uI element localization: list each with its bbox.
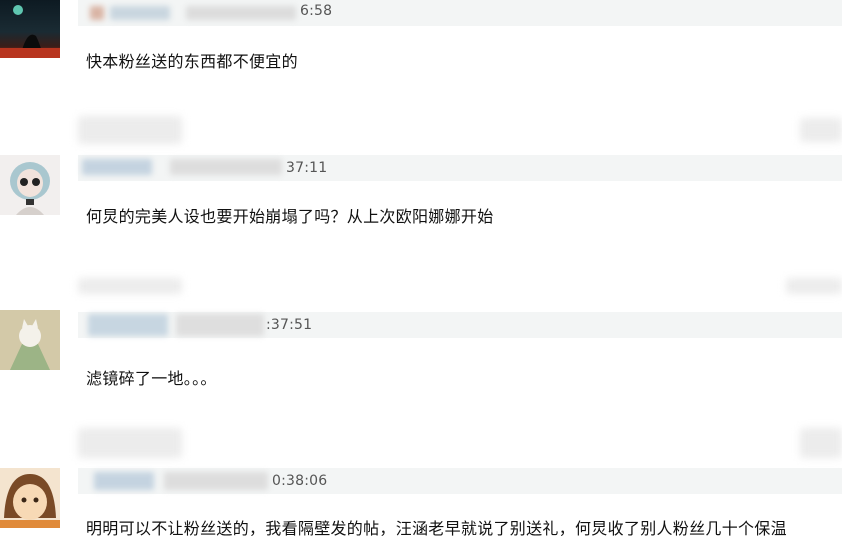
avatar[interactable] (0, 310, 60, 370)
comment-meta-bar: 6:58 (78, 0, 842, 26)
reply-blur (78, 428, 182, 458)
timestamp-blur (176, 314, 264, 336)
comment-time: 37:11 (286, 160, 328, 176)
reply-blur (78, 116, 182, 144)
username-blur[interactable] (94, 472, 154, 490)
comment-text: 滤镜碎了一地。。。 (86, 369, 217, 388)
username-blur[interactable] (88, 314, 168, 336)
avatar[interactable] (0, 0, 60, 58)
reply-row-blur (78, 278, 842, 296)
timestamp-blur (186, 6, 296, 20)
reply-blur (800, 428, 842, 458)
reply-blur (786, 278, 842, 294)
timestamp-blur (164, 472, 268, 490)
avatar-image (0, 5, 60, 58)
username-blur[interactable] (82, 159, 152, 175)
reply-row-blur (78, 116, 842, 144)
comment-time: 0:38:06 (272, 473, 328, 489)
comment-text: 明明可以不让粉丝送的，我看隔壁发的帖，汪涵老早就说了别送礼，何炅收了别人粉丝几十… (86, 519, 787, 538)
username-blur[interactable] (110, 6, 170, 20)
comment-meta-bar: 37:11 (78, 155, 842, 181)
comment-time: 6:58 (300, 3, 333, 19)
avatar[interactable] (0, 155, 60, 215)
avatar-image (0, 310, 60, 370)
reply-blur (800, 118, 842, 142)
avatar-image (0, 474, 60, 528)
username-blur[interactable] (90, 6, 104, 20)
avatar[interactable] (0, 468, 60, 528)
reply-row-blur (78, 428, 842, 458)
comment-time: :37:51 (266, 317, 313, 333)
comment-meta-bar: :37:51 (78, 312, 842, 338)
comment-meta-bar: 0:38:06 (78, 468, 842, 494)
comment-text: 快本粉丝送的东西都不便宜的 (86, 52, 298, 71)
reply-blur (78, 278, 182, 294)
avatar-image (10, 162, 50, 215)
timestamp-blur (170, 159, 282, 175)
comment-text: 何炅的完美人设也要开始崩塌了吗？从上次欧阳娜娜开始 (86, 207, 494, 226)
